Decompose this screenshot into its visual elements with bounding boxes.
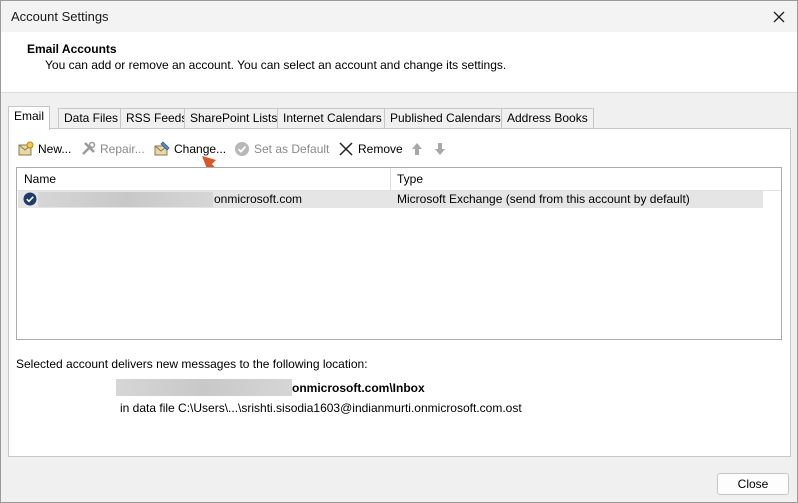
section-subtitle: You can add or remove an account. You ca… [45, 58, 507, 72]
new-button-label: New... [38, 142, 72, 156]
new-account-icon [18, 141, 34, 157]
delivery-location: onmicrosoft.com\Inbox [292, 381, 425, 395]
tab-published-calendars[interactable]: Published Calendars [384, 108, 507, 129]
redacted-account-name [38, 192, 213, 207]
repair-tools-icon [80, 141, 96, 157]
delivery-label: Selected account delivers new messages t… [16, 357, 368, 371]
header-area: Email Accounts You can add or remove an … [1, 32, 797, 93]
account-name: onmicrosoft.com [214, 192, 303, 206]
default-account-check-icon [23, 192, 37, 206]
arrow-up-icon [409, 141, 425, 157]
checkmark-circle-icon [234, 141, 250, 157]
list-header: Name Type [17, 168, 781, 191]
set-as-default-button[interactable]: Set as Default [234, 139, 329, 159]
section-title: Email Accounts [27, 42, 117, 56]
new-button[interactable]: New... [18, 139, 71, 159]
list-item[interactable]: onmicrosoft.com Microsoft Exchange (send… [18, 191, 763, 208]
change-account-icon [154, 141, 170, 157]
data-file-path: in data file C:\Users\...\srishti.sisodi… [120, 401, 522, 415]
tab-email[interactable]: Email [8, 106, 51, 130]
tab-rss-feeds[interactable]: RSS Feeds [120, 108, 194, 129]
close-button[interactable]: Close [717, 473, 789, 495]
window-title: Account Settings [11, 9, 109, 24]
set-as-default-label: Set as Default [254, 142, 330, 156]
tab-data-files[interactable]: Data Files [58, 108, 125, 129]
column-header-name[interactable]: Name [24, 172, 56, 186]
move-down-button[interactable] [432, 139, 452, 159]
column-divider[interactable] [390, 168, 391, 190]
remove-button-label: Remove [358, 142, 403, 156]
remove-x-icon [338, 141, 354, 157]
column-header-type[interactable]: Type [397, 172, 423, 186]
repair-button-label: Repair... [100, 142, 145, 156]
account-list: Name Type onmicrosoft.com Microsoft Exch… [16, 167, 782, 340]
repair-button[interactable]: Repair... [80, 139, 145, 159]
redacted-location [116, 379, 292, 396]
tab-address-books[interactable]: Address Books [501, 108, 594, 129]
title-bar: Account Settings [1, 1, 797, 32]
arrow-down-icon [432, 141, 448, 157]
account-type: Microsoft Exchange (send from this accou… [397, 192, 690, 206]
close-icon[interactable] [767, 5, 791, 29]
tab-sharepoint-lists[interactable]: SharePoint Lists [184, 108, 284, 129]
remove-button[interactable]: Remove [338, 139, 403, 159]
tab-internet-calendars[interactable]: Internet Calendars [277, 108, 388, 129]
move-up-button[interactable] [409, 139, 429, 159]
